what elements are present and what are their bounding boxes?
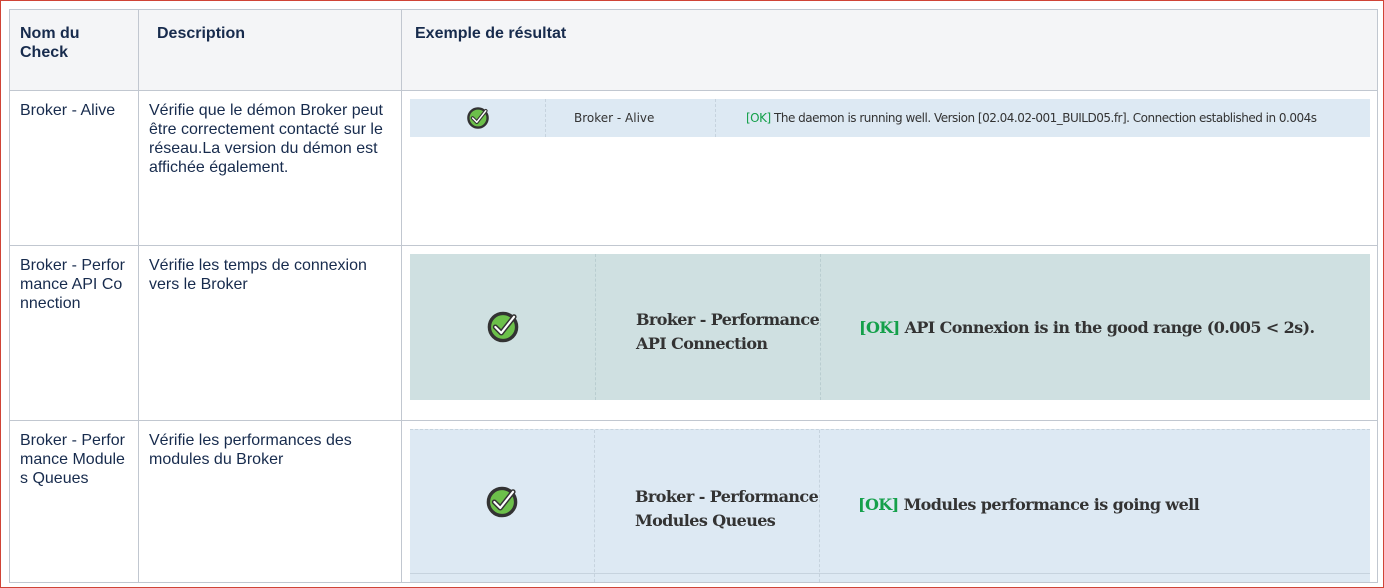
check-circle-icon: [410, 254, 596, 400]
result-check-name: Broker - Alive: [546, 99, 716, 137]
description-cell: Vérifie les performances des modules du …: [138, 420, 402, 583]
check-circle-icon: [410, 99, 546, 137]
result-check-name: Broker - Performance Modules Queues: [595, 430, 820, 582]
table-row: Broker - Performance Modules Queues Véri…: [9, 420, 1378, 583]
header-check-name: Nom du Check: [9, 9, 139, 91]
result-message: [OK] The daemon is running well. Version…: [746, 110, 1317, 125]
table-header-row: Nom du Check Description Exemple de résu…: [9, 9, 1378, 91]
result-cell: Broker - Performance API Connection [OK]…: [401, 245, 1378, 421]
table-row: Broker - Alive Vérifie que le démon Brok…: [9, 90, 1378, 246]
header-result: Exemple de résultat: [401, 9, 1378, 91]
check-circle-icon: [410, 430, 595, 582]
result-message: [OK] Modules performance is going well: [858, 495, 1200, 514]
table-row: Broker - Performance API Connection Véri…: [9, 245, 1378, 421]
header-description: Description: [138, 9, 402, 91]
result-screenshot: Broker - Alive [OK] The daemon is runnin…: [410, 99, 1370, 137]
check-name-cell: Broker - Alive: [9, 90, 139, 246]
result-cell: Broker - Alive [OK] The daemon is runnin…: [401, 90, 1378, 246]
page-frame: Nom du Check Description Exemple de résu…: [0, 0, 1384, 588]
result-check-name: Broker - Performance API Connection: [596, 254, 821, 400]
ok-status-tag: [OK]: [858, 495, 899, 514]
result-screenshot: Broker - Performance Modules Queues [OK]…: [410, 429, 1370, 582]
ok-status-tag: [OK]: [746, 110, 771, 125]
ok-status-tag: [OK]: [859, 317, 900, 337]
result-screenshot: Broker - Performance API Connection [OK]…: [410, 254, 1370, 400]
description-cell: Vérifie que le démon Broker peut être co…: [138, 90, 402, 246]
check-name-cell: Broker - Performance Modules Queues: [9, 420, 139, 583]
divider: [410, 573, 1370, 574]
checks-table: Nom du Check Description Exemple de résu…: [9, 9, 1378, 583]
check-name-cell: Broker - Performance API Connection: [9, 245, 139, 421]
result-message: [OK] API Connexion is in the good range …: [859, 317, 1315, 337]
result-cell: Broker - Performance Modules Queues [OK]…: [401, 420, 1378, 583]
description-cell: Vérifie les temps de connexion vers le B…: [138, 245, 402, 421]
